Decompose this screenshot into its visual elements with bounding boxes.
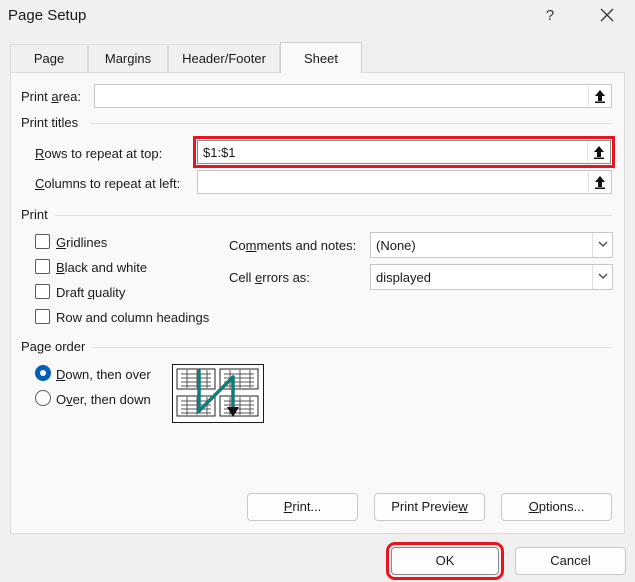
options-button[interactable]: Options... <box>501 493 612 521</box>
print-button[interactable]: Print... <box>247 493 358 521</box>
section-divider <box>90 123 612 124</box>
columns-collapse-button[interactable] <box>588 172 610 192</box>
section-divider <box>55 215 612 216</box>
columns-to-repeat-input[interactable] <box>197 170 612 194</box>
print-heading: Print <box>21 207 48 222</box>
over-then-down-radio[interactable] <box>35 390 51 406</box>
chevron-down-icon[interactable] <box>592 233 612 257</box>
gridlines-label[interactable]: Gridlines <box>56 235 107 250</box>
black-white-label[interactable]: Black and white <box>56 260 147 275</box>
print-area-collapse-button[interactable] <box>588 86 610 106</box>
print-preview-button[interactable]: Print Preview <box>374 493 485 521</box>
cell-errors-label: Cell errors as: <box>229 270 310 285</box>
comments-notes-label: Comments and notes: <box>229 238 357 253</box>
tab-sheet[interactable]: Sheet <box>280 42 362 73</box>
page-order-heading: Page order <box>21 339 86 354</box>
rows-to-repeat-input[interactable]: $1:$1 <box>193 136 615 168</box>
page-order-diagram-icon <box>176 368 259 417</box>
black-white-checkbox[interactable] <box>35 259 50 274</box>
row-column-headings-checkbox[interactable] <box>35 309 50 324</box>
tab-page[interactable]: Page <box>10 44 88 72</box>
cell-errors-select[interactable]: displayed <box>370 264 613 290</box>
help-button[interactable]: ? <box>538 5 562 27</box>
print-titles-heading: Print titles <box>21 115 79 130</box>
draft-quality-label[interactable]: Draft quality <box>56 285 125 300</box>
cancel-button[interactable]: Cancel <box>515 547 626 575</box>
chevron-down-icon[interactable] <box>592 265 612 289</box>
dialog-title: Page Setup <box>8 7 87 24</box>
section-divider <box>92 347 612 348</box>
columns-to-repeat-label: Columns to repeat at left: <box>35 176 181 191</box>
close-icon <box>600 8 614 22</box>
down-then-over-radio[interactable] <box>35 365 51 381</box>
upload-arrow-icon <box>593 146 604 159</box>
rows-to-repeat-label: Rows to repeat at top: <box>35 146 163 161</box>
draft-quality-checkbox[interactable] <box>35 284 50 299</box>
ok-button[interactable]: OK <box>386 542 504 580</box>
tab-header-footer[interactable]: Header/Footer <box>168 44 280 72</box>
gridlines-checkbox[interactable] <box>35 234 50 249</box>
print-area-input[interactable] <box>94 84 612 108</box>
upload-arrow-icon <box>594 90 605 103</box>
tab-margins[interactable]: Margins <box>88 44 168 72</box>
rows-collapse-button[interactable] <box>587 142 609 162</box>
down-then-over-label[interactable]: Down, then over <box>56 367 151 382</box>
page-order-preview <box>172 364 264 423</box>
print-area-label: Print area: <box>21 89 81 104</box>
title-bar: Page Setup ? <box>0 0 635 34</box>
row-column-headings-label[interactable]: Row and column headings <box>56 310 209 325</box>
over-then-down-label[interactable]: Over, then down <box>56 392 151 407</box>
comments-notes-select[interactable]: (None) <box>370 232 613 258</box>
upload-arrow-icon <box>594 176 605 189</box>
close-button[interactable] <box>592 3 622 29</box>
